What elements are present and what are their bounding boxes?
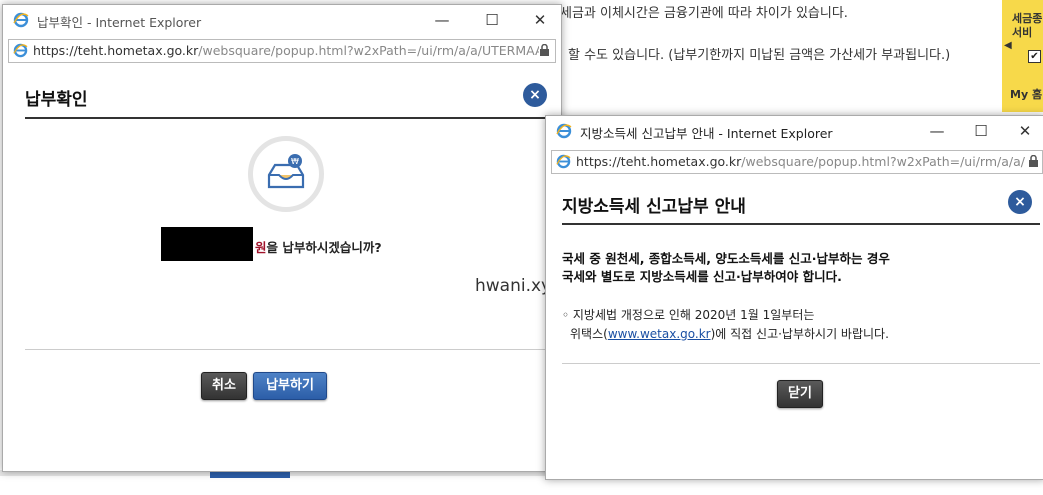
- ie-logo-icon: [13, 43, 28, 58]
- redacted-amount: [161, 227, 253, 261]
- window-close-icon[interactable]: ✕: [529, 9, 551, 31]
- maximize-icon[interactable]: ☐: [970, 120, 992, 142]
- local-income-tax-notice-window: 지방소득세 신고납부 안내 - Internet Explorer — ☐ ✕ …: [545, 115, 1043, 480]
- right-quick-menu[interactable]: 세금종 서비 ◀ ✔ My 홈: [1002, 0, 1043, 112]
- background-notice-line2: 할 수도 있습니다. (납부기한까지 미납된 금액은 가산세가 부과됩니다.): [568, 48, 951, 63]
- notice-line1: ◦ 지방세법 개정으로 인해 2020년 1월 1일부터는: [562, 308, 815, 322]
- dialog-close-button[interactable]: ×: [523, 83, 547, 107]
- background-notice-line1: 세금과 이체시간은 금융기관에 따라 차이가 있습니다.: [560, 6, 848, 21]
- payment-tray-icon: ₩: [248, 136, 324, 212]
- title-divider: [562, 223, 1040, 225]
- title-divider: [25, 117, 549, 119]
- ie-logo-icon: [556, 154, 571, 169]
- lock-icon: [1029, 155, 1038, 167]
- pay-button[interactable]: 납부하기: [253, 372, 327, 400]
- payment-confirm-window: 납부확인 - Internet Explorer — ☐ ✕ https://t…: [2, 4, 562, 472]
- minimize-icon[interactable]: —: [431, 9, 453, 31]
- dialog-title: 지방소득세 신고납부 안내: [562, 197, 746, 217]
- right-menu-label: 세금종 서비: [1012, 12, 1043, 39]
- svg-text:₩: ₩: [291, 157, 299, 166]
- my-home-label[interactable]: My 홈: [1010, 86, 1042, 102]
- wetax-link[interactable]: www.wetax.go.kr: [608, 327, 711, 341]
- lock-icon: [540, 44, 549, 56]
- window-titlebar[interactable]: 지방소득세 신고납부 안내 - Internet Explorer — ☐ ✕: [546, 116, 1043, 146]
- url-text[interactable]: https://teht.hometax.go.kr/websquare/pop…: [576, 154, 1026, 169]
- window-title: 납부확인 - Internet Explorer: [37, 15, 202, 30]
- notice-bold-line1: 국세 중 원천세, 종합소득세, 양도소득세를 신고·납부하는 경우: [562, 251, 890, 266]
- ie-logo-icon: [556, 123, 572, 139]
- address-bar[interactable]: https://teht.hometax.go.kr/websquare/pop…: [551, 150, 1043, 174]
- checkbox[interactable]: ✔: [1028, 50, 1041, 63]
- triangle-left-icon: ◀: [1004, 40, 1012, 51]
- cancel-button[interactable]: 취소: [201, 372, 247, 400]
- window-close-icon[interactable]: ✕: [1014, 120, 1036, 142]
- payment-question: 원을 납부하시겠습니까?: [255, 240, 382, 255]
- maximize-icon[interactable]: ☐: [481, 9, 503, 31]
- ie-logo-icon: [13, 12, 29, 28]
- close-button[interactable]: 닫기: [777, 380, 823, 408]
- notice-line2: 위택스(www.wetax.go.kr)에 직접 신고·납부하시기 바랍니다.: [570, 327, 889, 341]
- window-title: 지방소득세 신고납부 안내 - Internet Explorer: [580, 126, 833, 141]
- footer-divider: [25, 349, 549, 350]
- address-bar[interactable]: https://teht.hometax.go.kr/websquare/pop…: [8, 39, 556, 63]
- url-text[interactable]: https://teht.hometax.go.kr/websquare/pop…: [33, 43, 539, 58]
- footer-divider: [562, 363, 1040, 364]
- dialog-title: 납부확인: [25, 90, 88, 110]
- notice-bold-line2: 국세와 별도로 지방소득세를 신고·납부하여야 합니다.: [562, 269, 842, 284]
- dialog-close-button[interactable]: ×: [1008, 190, 1032, 214]
- minimize-icon[interactable]: —: [926, 120, 948, 142]
- window-titlebar[interactable]: 납부확인 - Internet Explorer — ☐ ✕: [3, 5, 561, 35]
